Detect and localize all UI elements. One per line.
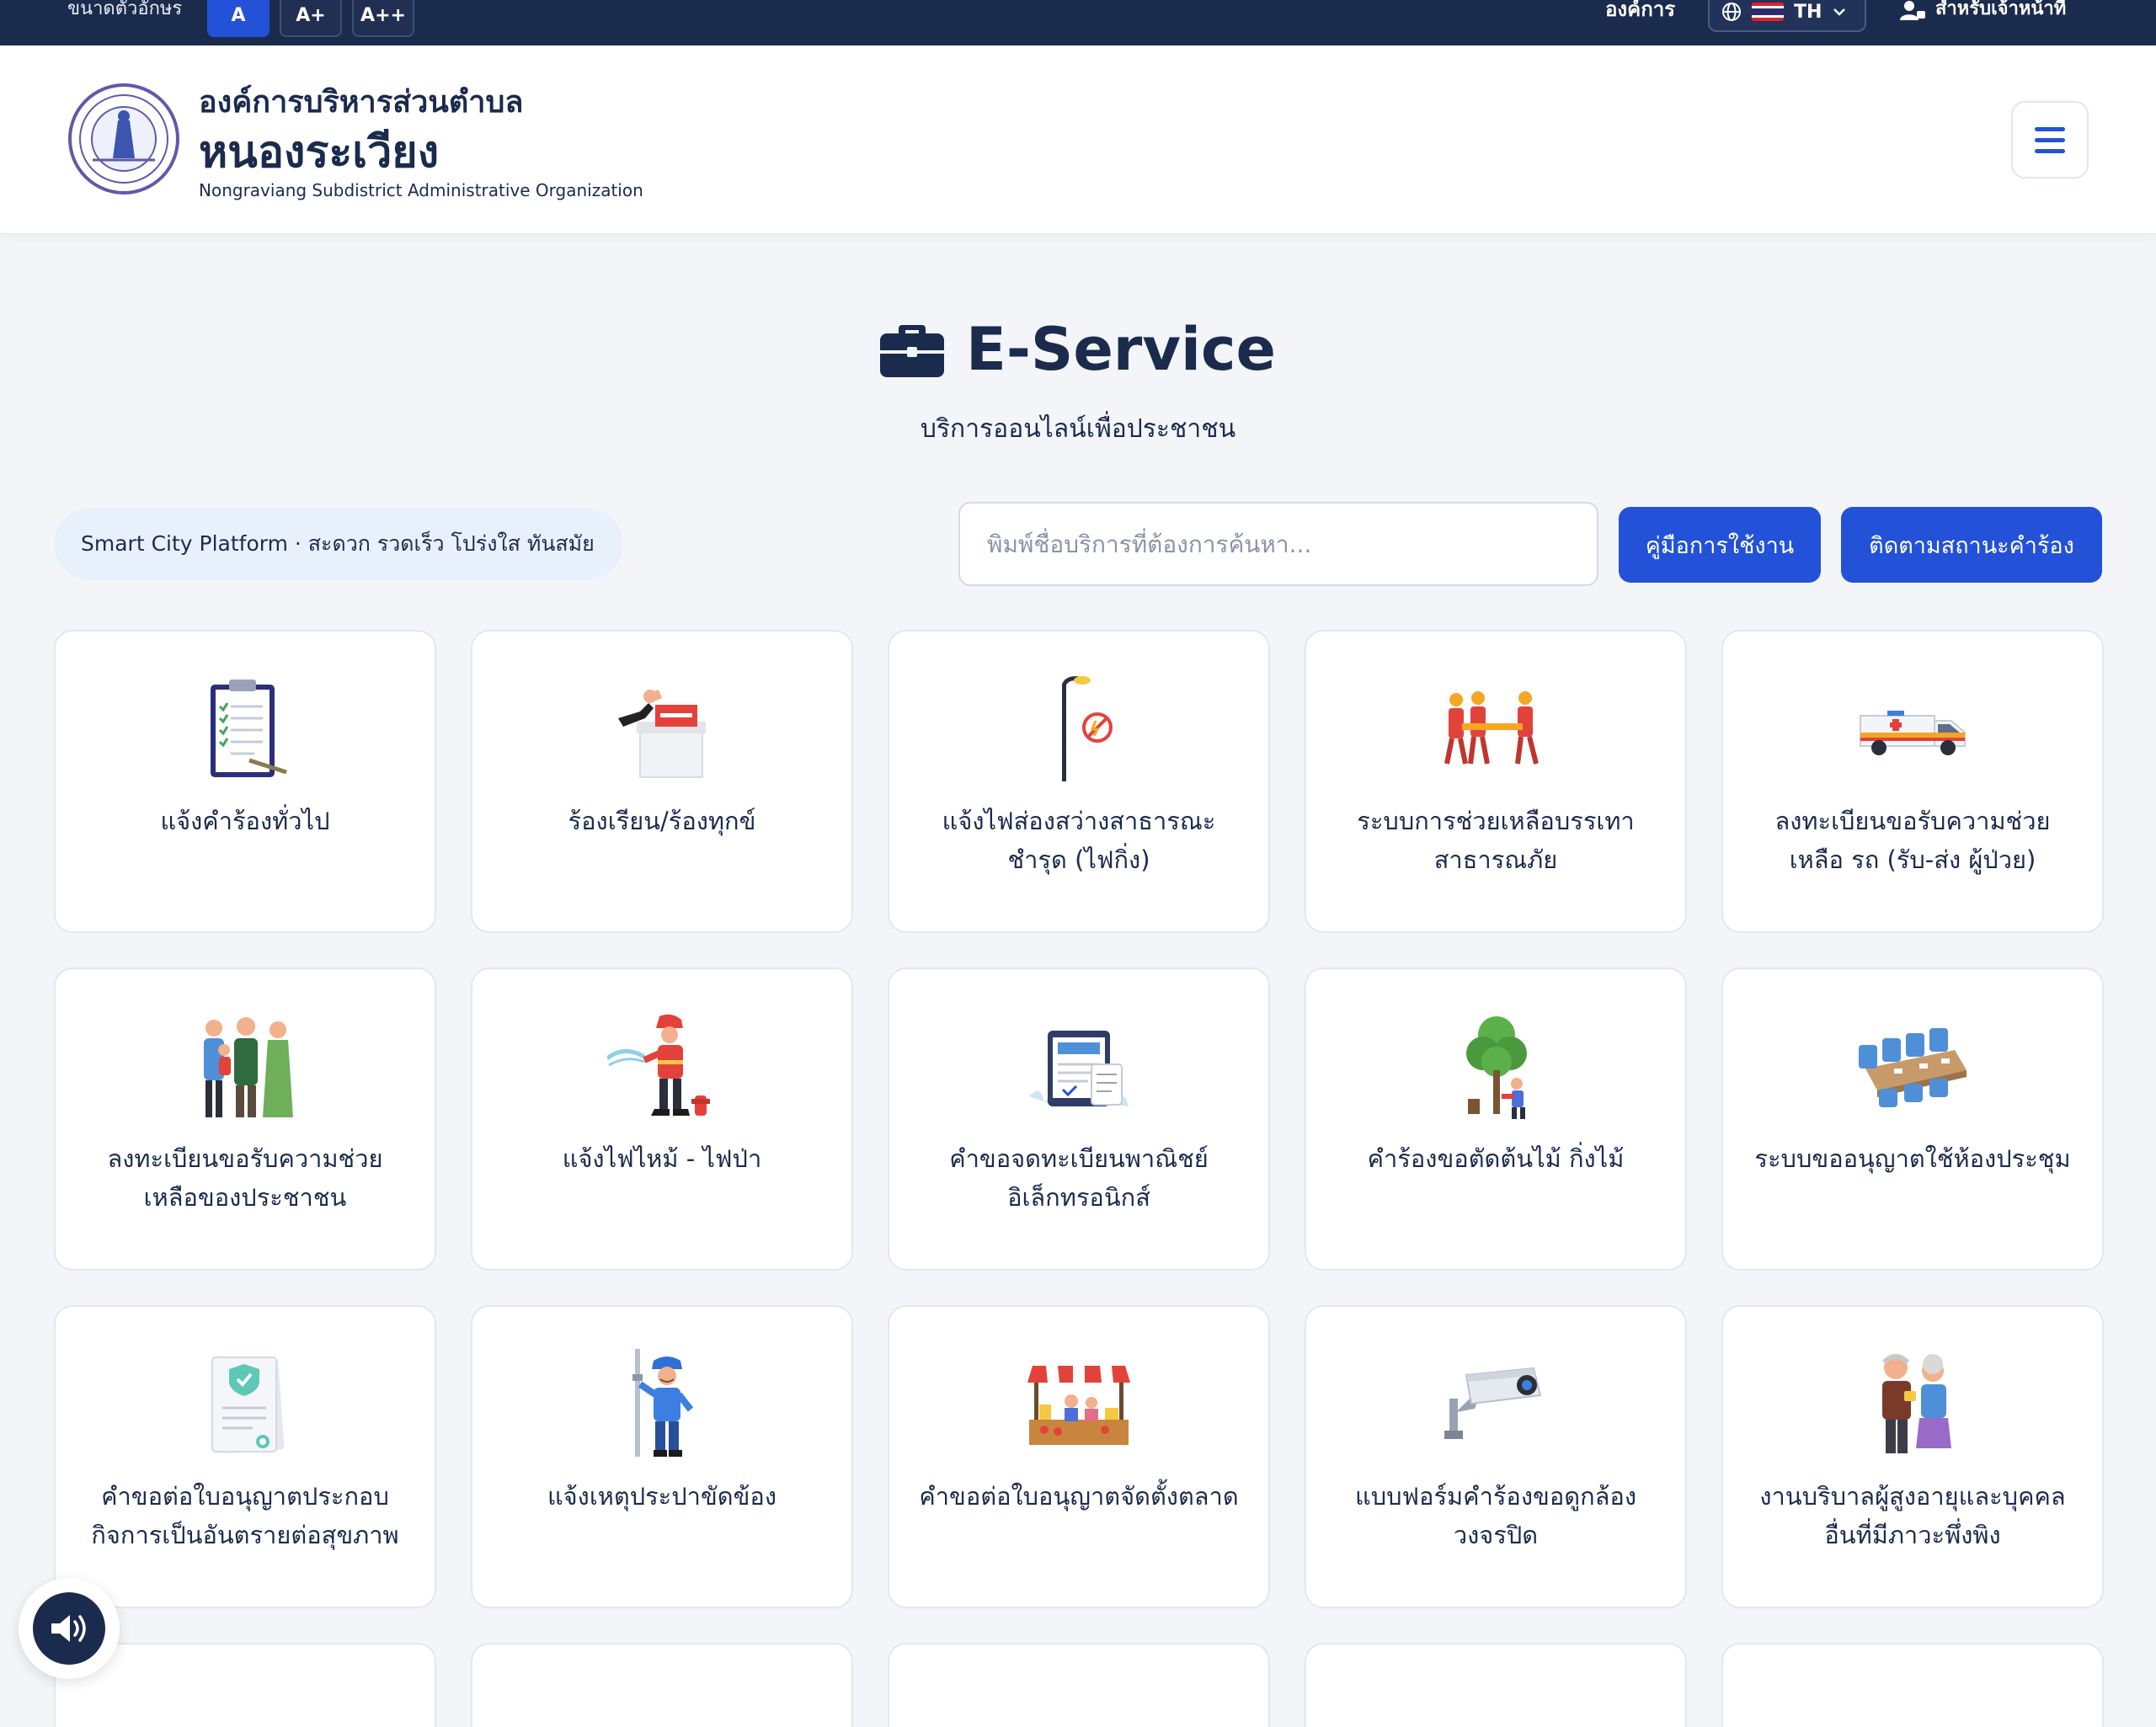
- plumber-icon: [599, 1349, 725, 1458]
- staff-login-link[interactable]: สำหรับเจ้าหน้าที่: [1900, 0, 2066, 25]
- service-card-street-light[interactable]: แจ้งไฟส่องสว่างสาธารณะชำรุด (ไฟกิ่ง): [888, 630, 1270, 933]
- service-card-cctv-request[interactable]: แบบฟอร์มคำร้องขอดูกล้องวงจรปิด: [1305, 1305, 1687, 1608]
- cctv-camera-icon: [1433, 1349, 1559, 1458]
- service-card-general-request[interactable]: แจ้งคำร้องทั่วไป: [54, 630, 436, 933]
- user-manual-button[interactable]: คู่มือการใช้งาน: [1619, 507, 1821, 583]
- service-card-label: ระบบขออนุญาตใช้ห้องประชุม: [1754, 1144, 2071, 1173]
- service-search-input[interactable]: [958, 502, 1598, 586]
- speaker-icon: [51, 1615, 86, 1642]
- briefcase-icon: [880, 325, 945, 377]
- firefighter-icon: [599, 1011, 725, 1121]
- clipboard-icon: [182, 674, 308, 783]
- service-card-complaint[interactable]: ร้องเรียน/ร้องทุกข์: [471, 630, 853, 933]
- ambulance-icon: [1849, 674, 1976, 783]
- service-card-label: แจ้งคำร้องทั่วไป: [160, 807, 330, 835]
- service-card-water-supply-issue[interactable]: แจ้งเหตุประปาขัดข้อง: [471, 1305, 853, 1608]
- service-card-fire-report[interactable]: แจ้งไฟไหม้ - ไฟป่า: [471, 967, 853, 1271]
- track-request-button[interactable]: ติดตามสถานะคำร้อง: [1841, 507, 2102, 583]
- service-card-label: งานบริบาลผู้สูงอายุและบุคคลอื่นที่มีภาวะ…: [1759, 1482, 2066, 1549]
- language-selector[interactable]: TH: [1708, 0, 1866, 32]
- font-size-large-button[interactable]: A+: [280, 0, 342, 37]
- service-card-label: ระบบการช่วยเหลือบรรเทาสาธารณภัย: [1357, 807, 1635, 874]
- family-icon: [182, 1011, 308, 1121]
- service-card-label: ร้องเรียน/ร้องทุกข์: [568, 807, 756, 835]
- service-card-label: คำขอต่อใบอนุญาตประกอบกิจการเป็นอันตรายต่…: [91, 1482, 399, 1549]
- font-size-xlarge-button[interactable]: A++: [352, 0, 414, 37]
- elderly-couple-icon: [1849, 1349, 1976, 1458]
- menu-line: [2035, 148, 2065, 153]
- text-to-speech-inner: [33, 1592, 105, 1665]
- service-card-partial[interactable]: [888, 1643, 1270, 1727]
- meeting-room-icon: [1849, 1011, 1976, 1121]
- site-header: องค์การบริหารส่วนตำบล หนองระเวียง Nongra…: [0, 45, 2156, 234]
- service-grid: แจ้งคำร้องทั่วไป ร้องเรียน/ร้องทุกข์ แจ้…: [54, 630, 2104, 1727]
- menu-line: [2035, 137, 2065, 142]
- globe-icon: [1722, 3, 1741, 21]
- service-card-partial[interactable]: [1721, 1643, 2104, 1727]
- service-card-meeting-room[interactable]: ระบบขออนุญาตใช้ห้องประชุม: [1721, 967, 2104, 1271]
- tree-cutting-icon: [1433, 1011, 1559, 1121]
- org-name-title: หนองระเวียง: [199, 127, 440, 178]
- service-card-market-license[interactable]: คำขอต่อใบอนุญาตจัดตั้งตลาด: [888, 1305, 1270, 1608]
- service-card-patient-transport[interactable]: ลงทะเบียนขอรับความช่วยเหลือ รถ (รับ-ส่ง …: [1721, 630, 2104, 933]
- hamburger-menu-button[interactable]: [2011, 101, 2089, 179]
- rescue-team-icon: [1433, 674, 1559, 783]
- font-size-label: ขนาดตัวอักษร: [67, 0, 183, 19]
- market-stall-icon: [1016, 1349, 1142, 1458]
- platform-tagline-badge: Smart City Platform · สะดวก รวดเร็ว โปร่…: [54, 509, 623, 579]
- thai-flag-icon: [1752, 3, 1784, 21]
- service-card-health-hazard-license[interactable]: คำขอต่อใบอนุญาตประกอบกิจการเป็นอันตรายต่…: [54, 1305, 436, 1608]
- service-card-label: แจ้งไฟส่องสว่างสาธารณะชำรุด (ไฟกิ่ง): [942, 807, 1216, 874]
- certificate-icon: [182, 1349, 308, 1458]
- text-to-speech-button[interactable]: [19, 1578, 120, 1679]
- service-card-label: ลงทะเบียนขอรับความช่วยเหลือของประชาชน: [107, 1144, 383, 1212]
- service-card-elderly-care[interactable]: งานบริบาลผู้สูงอายุและบุคคลอื่นที่มีภาวะ…: [1721, 1305, 2104, 1608]
- page-title-text: E-Service: [966, 315, 1276, 384]
- service-card-citizen-assistance[interactable]: ลงทะเบียนขอรับความช่วยเหลือของประชาชน: [54, 967, 436, 1271]
- staff-login-label: สำหรับเจ้าหน้าที่: [1935, 0, 2067, 19]
- top-utility-bar: ขนาดตัวอักษร A A+ A++ องค์การ TH สำหรับเ…: [0, 0, 2156, 45]
- service-card-partial[interactable]: [471, 1643, 853, 1727]
- org-name-english: Nongraviang Subdistrict Administrative O…: [199, 180, 643, 200]
- service-card-label: คำร้องขอตัดต้นไม้ กิ่งไม้: [1367, 1144, 1625, 1173]
- complaint-box-icon: [599, 674, 725, 783]
- service-card-tree-cutting[interactable]: คำร้องขอตัดต้นไม้ กิ่งไม้: [1305, 967, 1687, 1271]
- service-card-e-commerce-registration[interactable]: คำขอจดทะเบียนพาณิชย์อิเล็กทรอนิกส์: [888, 967, 1270, 1271]
- service-card-label: ลงทะเบียนขอรับความช่วยเหลือ รถ (รับ-ส่ง …: [1774, 807, 2051, 874]
- service-card-label: คำขอจดทะเบียนพาณิชย์อิเล็กทรอนิกส์: [949, 1144, 1209, 1212]
- service-card-label: แจ้งเหตุประปาขัดข้อง: [547, 1482, 777, 1511]
- user-lock-icon: [1900, 1, 1925, 20]
- service-card-label: แจ้งไฟไหม้ - ไฟป่า: [562, 1144, 762, 1173]
- language-code: TH: [1794, 1, 1822, 23]
- service-card-label: แบบฟอร์มคำร้องขอดูกล้องวงจรปิด: [1355, 1482, 1636, 1549]
- menu-line: [2035, 126, 2065, 131]
- street-lamp-icon: [1016, 674, 1142, 783]
- font-size-normal-button[interactable]: A: [207, 0, 270, 37]
- organization-seal-logo[interactable]: [67, 83, 180, 195]
- service-card-disaster-relief[interactable]: ระบบการช่วยเหลือบรรเทาสาธารณภัย: [1305, 630, 1687, 933]
- service-card-partial[interactable]: [1305, 1643, 1687, 1727]
- page-title: E-Service: [0, 315, 2156, 384]
- org-menu-link[interactable]: องค์การ: [1605, 0, 1675, 25]
- e-document-icon: [1016, 1011, 1142, 1121]
- service-card-label: คำขอต่อใบอนุญาตจัดตั้งตลาด: [919, 1482, 1239, 1511]
- chevron-down-icon: [1833, 8, 1846, 16]
- page-subtitle: บริการออนไลน์เพื่อประชาชน: [920, 414, 1236, 444]
